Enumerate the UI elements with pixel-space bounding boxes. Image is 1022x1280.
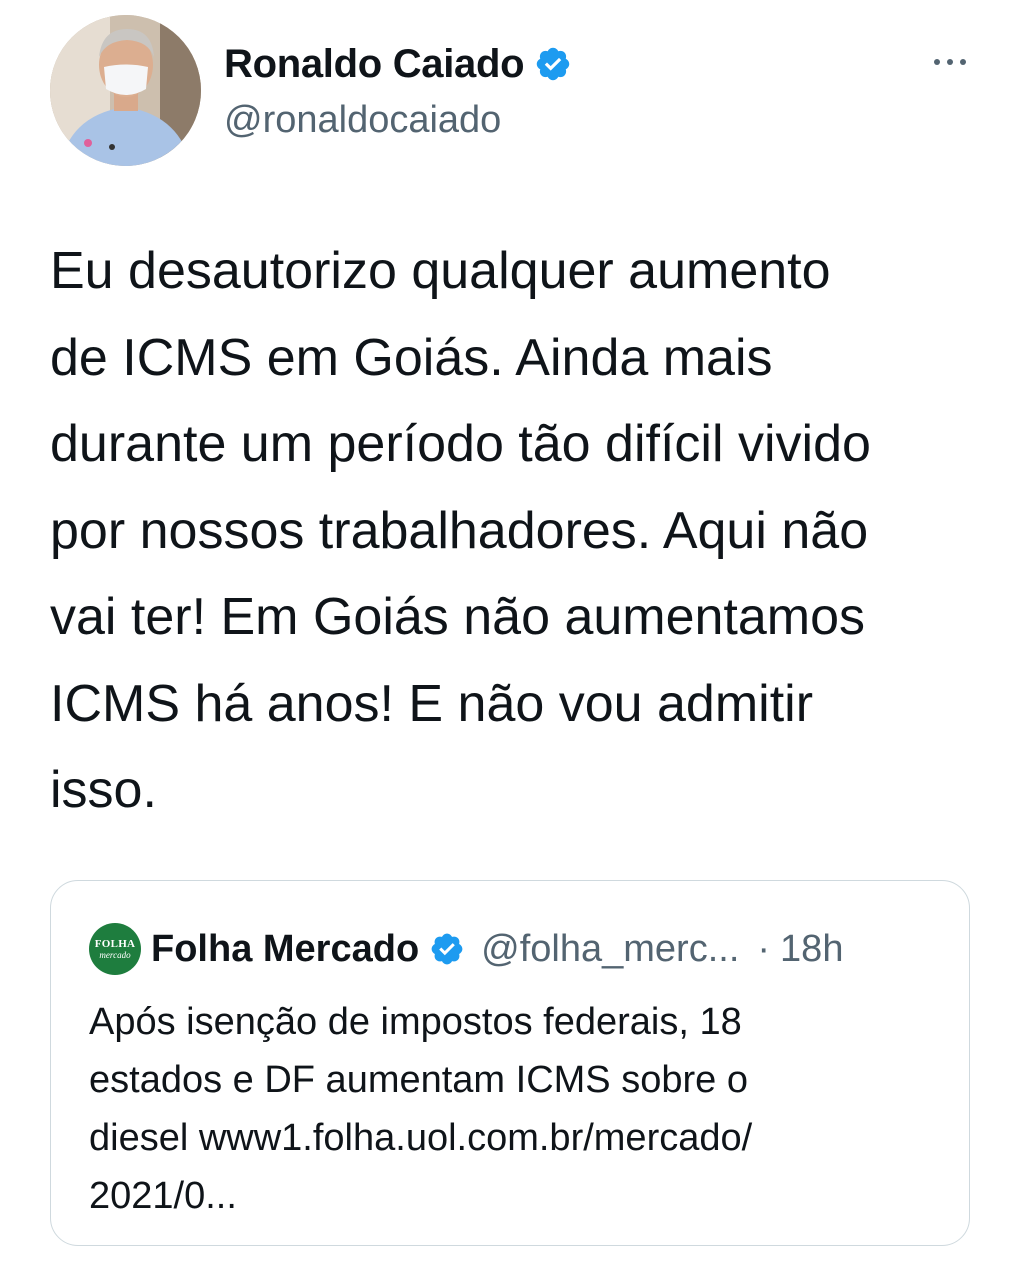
quoted-author-handle: @folha_merc... (481, 927, 740, 970)
folha-mercado-logo: FOLHA mercado (89, 923, 141, 975)
logo-text-bottom: mercado (99, 950, 131, 960)
tweet-text: Eu desautorizo qualquer aumento de ICMS … (50, 242, 871, 819)
quoted-author-name: Folha Mercado (151, 927, 420, 970)
verified-badge-icon (537, 47, 570, 81)
author-handle[interactable]: @ronaldocaiado (224, 94, 572, 146)
quoted-tweet-text: Após isenção de impostos federais, 18 es… (89, 1001, 753, 1217)
quoted-tweet[interactable]: FOLHA mercado Folha Mercado @folha_merc.… (50, 880, 970, 1246)
logo-text-top: FOLHA (94, 938, 136, 950)
quoted-timestamp: 18h (780, 927, 844, 970)
quoted-tweet-header: FOLHA mercado Folha Mercado @folha_merc.… (89, 923, 843, 975)
more-options-button[interactable] (932, 52, 968, 72)
author-name-text: Ronaldo Caiado (224, 42, 525, 86)
author-display-name[interactable]: Ronaldo Caiado (224, 38, 572, 90)
verified-badge-icon (431, 933, 463, 965)
avatar[interactable] (50, 15, 201, 166)
separator-dot: · (757, 927, 771, 970)
avatar-photo (50, 15, 201, 166)
more-options-icon (934, 59, 966, 65)
tweet-author[interactable]: Ronaldo Caiado @ronaldocaiado (224, 38, 572, 146)
